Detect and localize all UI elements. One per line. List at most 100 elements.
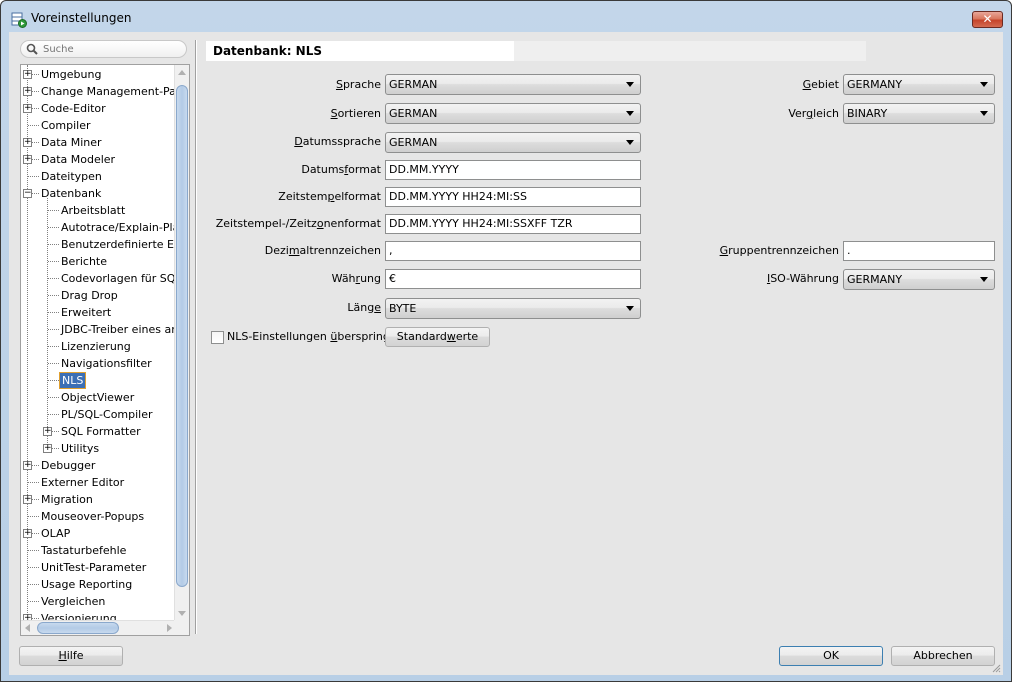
- defaults-button[interactable]: Standardwerte: [385, 327, 490, 347]
- collapse-icon[interactable]: −: [23, 189, 32, 198]
- expand-icon[interactable]: +: [43, 444, 52, 453]
- tree-item-label: Compiler: [41, 119, 91, 132]
- title-bar: Voreinstellungen ✕: [1, 1, 1011, 35]
- search-icon: [26, 43, 38, 55]
- vertical-scroll-thumb[interactable]: [176, 85, 188, 587]
- expand-icon[interactable]: +: [23, 138, 32, 147]
- tree-item[interactable]: Codevorlagen für SQL-: [21, 270, 176, 287]
- expand-icon[interactable]: +: [43, 427, 52, 436]
- tree-connector: [28, 125, 39, 126]
- help-button[interactable]: Hilfe: [19, 646, 123, 666]
- close-icon: ✕: [982, 12, 993, 26]
- preferences-app-icon: [11, 12, 27, 28]
- expand-icon[interactable]: +: [23, 104, 32, 113]
- preferences-dialog: Voreinstellungen ✕ + Umgebung + Change Mana…: [0, 0, 1012, 682]
- gebiet-combo[interactable]: GERMANY: [843, 74, 995, 95]
- cancel-button[interactable]: Abbrechen: [891, 646, 995, 666]
- window-title: Voreinstellungen: [31, 11, 132, 25]
- dropdown-arrow-icon: [980, 111, 988, 116]
- close-button[interactable]: ✕: [972, 11, 1003, 28]
- skip-nls-checkbox[interactable]: [211, 331, 224, 344]
- expand-icon[interactable]: +: [23, 461, 32, 470]
- datumsformat-input[interactable]: DD.MM.YYYY: [385, 160, 641, 180]
- tree-item[interactable]: JDBC-Treiber eines and: [21, 321, 176, 338]
- dropdown-arrow-icon: [626, 111, 634, 116]
- search-input[interactable]: [43, 42, 183, 56]
- tree-item[interactable]: − Datenbank: [21, 185, 176, 202]
- scroll-right-icon[interactable]: [167, 624, 172, 632]
- tree-item[interactable]: Externer Editor: [21, 474, 176, 491]
- expand-icon[interactable]: +: [23, 70, 32, 79]
- tree-item[interactable]: Erweitert: [21, 304, 176, 321]
- iso-waehrung-combo[interactable]: GERMANY: [843, 269, 995, 290]
- scroll-left-icon[interactable]: [25, 624, 30, 632]
- tree-item[interactable]: Vergleichen: [21, 593, 176, 610]
- zeitzonenformat-input[interactable]: DD.MM.YYYY HH24:MI:SSXFF TZR: [385, 214, 641, 234]
- tree-connector: [28, 567, 39, 568]
- scroll-down-icon[interactable]: [178, 611, 186, 616]
- datumssprache-label: Datumssprache: [294, 135, 381, 148]
- expand-icon[interactable]: +: [23, 495, 32, 504]
- skip-nls-label[interactable]: NLS-Einstellungen überspringen: [227, 327, 404, 347]
- resize-grip-icon[interactable]: [991, 663, 1001, 673]
- datumssprache-combo[interactable]: GERMAN: [385, 132, 641, 153]
- tree-item[interactable]: Compiler: [21, 117, 176, 134]
- laenge-combo[interactable]: BYTE: [385, 298, 641, 319]
- sprache-combo[interactable]: GERMAN: [385, 74, 641, 95]
- tree-item[interactable]: Berichte: [21, 253, 176, 270]
- tree-item[interactable]: + Migration: [21, 491, 176, 508]
- laenge-label: Länge: [347, 301, 381, 314]
- tree-item[interactable]: Drag Drop: [21, 287, 176, 304]
- sortieren-combo[interactable]: GERMAN: [385, 103, 641, 124]
- dezimaltrennzeichen-input[interactable]: ,: [385, 241, 641, 261]
- tree-item[interactable]: + Data Miner: [21, 134, 176, 151]
- tree-content: + Umgebung + Change Management-Parar + Code-E…: [21, 65, 176, 621]
- panel-splitter[interactable]: [195, 40, 197, 634]
- vergleich-combo[interactable]: BINARY: [843, 103, 995, 124]
- tree-item[interactable]: NLS: [21, 372, 176, 389]
- gebiet-value: GERMANY: [847, 78, 903, 91]
- tree-item[interactable]: + Debugger: [21, 457, 176, 474]
- tree-item[interactable]: PL/SQL-Compiler: [21, 406, 176, 423]
- horizontal-scroll-thumb[interactable]: [37, 622, 119, 634]
- tree-connector: [48, 210, 59, 211]
- tree-item[interactable]: Dateitypen: [21, 168, 176, 185]
- tree-item[interactable]: + Umgebung: [21, 66, 176, 83]
- sortieren-label: Sortieren: [330, 107, 381, 120]
- zeitstempelformat-input[interactable]: DD.MM.YYYY HH24:MI:SS: [385, 187, 641, 207]
- tree-item[interactable]: Arbeitsblatt: [21, 202, 176, 219]
- scroll-up-icon[interactable]: [178, 70, 186, 75]
- tree-item-label: Vergleichen: [41, 595, 106, 608]
- tree-item[interactable]: Autotrace/Explain-Plan: [21, 219, 176, 236]
- tree-vertical-scrollbar[interactable]: [174, 65, 189, 621]
- ok-button[interactable]: OK: [779, 646, 883, 666]
- tree-item[interactable]: UnitTest-Parameter: [21, 559, 176, 576]
- tree-item-label: Dateitypen: [41, 170, 102, 183]
- tree-item-label: Autotrace/Explain-Plan: [61, 221, 176, 234]
- tree-item[interactable]: Usage Reporting: [21, 576, 176, 593]
- tree-item[interactable]: + Code-Editor: [21, 100, 176, 117]
- gruppentrennzeichen-input[interactable]: .: [843, 241, 995, 261]
- tree-item[interactable]: ObjectViewer: [21, 389, 176, 406]
- tree-item[interactable]: Benutzerdefinierte Erw: [21, 236, 176, 253]
- search-box[interactable]: [20, 40, 187, 58]
- tree-item-label: Datenbank: [41, 187, 102, 200]
- expand-icon[interactable]: +: [23, 529, 32, 538]
- tree-item[interactable]: Mouseover-Popups: [21, 508, 176, 525]
- tree-item[interactable]: + Utilitys: [21, 440, 176, 457]
- expand-icon[interactable]: +: [23, 155, 32, 164]
- waehrung-input[interactable]: €: [385, 269, 641, 289]
- tree-item[interactable]: + OLAP: [21, 525, 176, 542]
- tree-item[interactable]: + Change Management-Parar: [21, 83, 176, 100]
- tree-item-label: ObjectViewer: [61, 391, 135, 404]
- tree-horizontal-scrollbar[interactable]: [21, 620, 176, 635]
- panel-title: Datenbank: NLS: [206, 41, 514, 61]
- tree-item[interactable]: Tastaturbefehle: [21, 542, 176, 559]
- tree-item[interactable]: Lizenzierung: [21, 338, 176, 355]
- tree-item[interactable]: Navigationsfilter: [21, 355, 176, 372]
- expand-icon[interactable]: +: [23, 87, 32, 96]
- tree-item[interactable]: + SQL Formatter: [21, 423, 176, 440]
- tree-item[interactable]: + Data Modeler: [21, 151, 176, 168]
- tree-item-label: Drag Drop: [61, 289, 118, 302]
- sprache-label: Sprache: [335, 78, 381, 91]
